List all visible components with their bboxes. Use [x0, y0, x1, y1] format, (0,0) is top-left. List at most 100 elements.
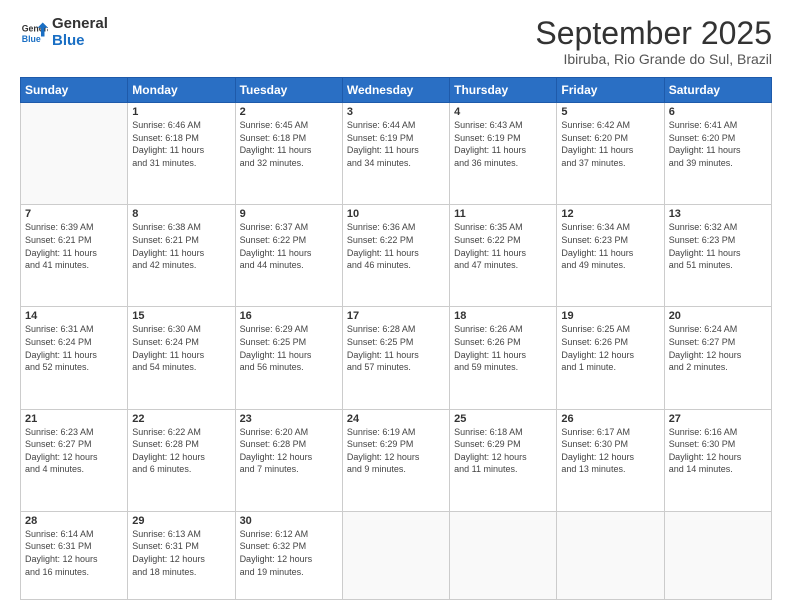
- calendar-cell: 22Sunrise: 6:22 AM Sunset: 6:28 PM Dayli…: [128, 409, 235, 511]
- calendar-cell: 12Sunrise: 6:34 AM Sunset: 6:23 PM Dayli…: [557, 205, 664, 307]
- weekday-header: Saturday: [664, 78, 771, 103]
- day-number: 21: [25, 413, 123, 425]
- title-block: September 2025 Ibiruba, Rio Grande do Su…: [535, 16, 772, 67]
- calendar-week-row: 14Sunrise: 6:31 AM Sunset: 6:24 PM Dayli…: [21, 307, 772, 409]
- day-info: Sunrise: 6:16 AM Sunset: 6:30 PM Dayligh…: [669, 426, 767, 476]
- calendar-cell: 17Sunrise: 6:28 AM Sunset: 6:25 PM Dayli…: [342, 307, 449, 409]
- calendar-table: SundayMondayTuesdayWednesdayThursdayFrid…: [20, 77, 772, 600]
- day-info: Sunrise: 6:20 AM Sunset: 6:28 PM Dayligh…: [240, 426, 338, 476]
- page: General Blue General Blue September 2025…: [0, 0, 792, 612]
- day-info: Sunrise: 6:37 AM Sunset: 6:22 PM Dayligh…: [240, 221, 338, 271]
- day-number: 20: [669, 310, 767, 322]
- logo-icon: General Blue: [20, 19, 48, 47]
- logo-text: General Blue: [52, 16, 108, 49]
- month-title: September 2025: [535, 16, 772, 51]
- day-number: 4: [454, 106, 552, 118]
- day-info: Sunrise: 6:17 AM Sunset: 6:30 PM Dayligh…: [561, 426, 659, 476]
- calendar-cell: 23Sunrise: 6:20 AM Sunset: 6:28 PM Dayli…: [235, 409, 342, 511]
- calendar-cell: 26Sunrise: 6:17 AM Sunset: 6:30 PM Dayli…: [557, 409, 664, 511]
- day-number: 10: [347, 208, 445, 220]
- day-number: 7: [25, 208, 123, 220]
- day-number: 30: [240, 515, 338, 527]
- day-number: 28: [25, 515, 123, 527]
- day-info: Sunrise: 6:25 AM Sunset: 6:26 PM Dayligh…: [561, 323, 659, 373]
- calendar-cell: 15Sunrise: 6:30 AM Sunset: 6:24 PM Dayli…: [128, 307, 235, 409]
- location: Ibiruba, Rio Grande do Sul, Brazil: [535, 51, 772, 67]
- day-info: Sunrise: 6:24 AM Sunset: 6:27 PM Dayligh…: [669, 323, 767, 373]
- day-info: Sunrise: 6:35 AM Sunset: 6:22 PM Dayligh…: [454, 221, 552, 271]
- day-info: Sunrise: 6:32 AM Sunset: 6:23 PM Dayligh…: [669, 221, 767, 271]
- logo-blue-text: Blue: [52, 33, 108, 50]
- calendar-cell: 2Sunrise: 6:45 AM Sunset: 6:18 PM Daylig…: [235, 103, 342, 205]
- day-number: 15: [132, 310, 230, 322]
- calendar-cell: 16Sunrise: 6:29 AM Sunset: 6:25 PM Dayli…: [235, 307, 342, 409]
- day-number: 5: [561, 106, 659, 118]
- calendar-week-row: 1Sunrise: 6:46 AM Sunset: 6:18 PM Daylig…: [21, 103, 772, 205]
- day-info: Sunrise: 6:38 AM Sunset: 6:21 PM Dayligh…: [132, 221, 230, 271]
- day-info: Sunrise: 6:13 AM Sunset: 6:31 PM Dayligh…: [132, 528, 230, 578]
- day-number: 9: [240, 208, 338, 220]
- calendar-cell: 25Sunrise: 6:18 AM Sunset: 6:29 PM Dayli…: [450, 409, 557, 511]
- calendar-cell: 20Sunrise: 6:24 AM Sunset: 6:27 PM Dayli…: [664, 307, 771, 409]
- day-info: Sunrise: 6:45 AM Sunset: 6:18 PM Dayligh…: [240, 119, 338, 169]
- calendar-week-row: 7Sunrise: 6:39 AM Sunset: 6:21 PM Daylig…: [21, 205, 772, 307]
- calendar-cell: 21Sunrise: 6:23 AM Sunset: 6:27 PM Dayli…: [21, 409, 128, 511]
- day-number: 13: [669, 208, 767, 220]
- day-info: Sunrise: 6:42 AM Sunset: 6:20 PM Dayligh…: [561, 119, 659, 169]
- day-info: Sunrise: 6:30 AM Sunset: 6:24 PM Dayligh…: [132, 323, 230, 373]
- calendar-cell: 28Sunrise: 6:14 AM Sunset: 6:31 PM Dayli…: [21, 511, 128, 599]
- calendar-body: 1Sunrise: 6:46 AM Sunset: 6:18 PM Daylig…: [21, 103, 772, 600]
- calendar-cell: 24Sunrise: 6:19 AM Sunset: 6:29 PM Dayli…: [342, 409, 449, 511]
- day-number: 16: [240, 310, 338, 322]
- day-number: 26: [561, 413, 659, 425]
- calendar-cell: 29Sunrise: 6:13 AM Sunset: 6:31 PM Dayli…: [128, 511, 235, 599]
- calendar-cell: 4Sunrise: 6:43 AM Sunset: 6:19 PM Daylig…: [450, 103, 557, 205]
- logo-general-text: General: [52, 16, 108, 33]
- weekday-header: Monday: [128, 78, 235, 103]
- day-number: 27: [669, 413, 767, 425]
- calendar-cell: [450, 511, 557, 599]
- calendar-cell: 19Sunrise: 6:25 AM Sunset: 6:26 PM Dayli…: [557, 307, 664, 409]
- weekday-header: Sunday: [21, 78, 128, 103]
- day-info: Sunrise: 6:29 AM Sunset: 6:25 PM Dayligh…: [240, 323, 338, 373]
- day-info: Sunrise: 6:46 AM Sunset: 6:18 PM Dayligh…: [132, 119, 230, 169]
- day-info: Sunrise: 6:36 AM Sunset: 6:22 PM Dayligh…: [347, 221, 445, 271]
- calendar-cell: 5Sunrise: 6:42 AM Sunset: 6:20 PM Daylig…: [557, 103, 664, 205]
- day-number: 14: [25, 310, 123, 322]
- calendar-cell: [21, 103, 128, 205]
- calendar-cell: [342, 511, 449, 599]
- day-info: Sunrise: 6:22 AM Sunset: 6:28 PM Dayligh…: [132, 426, 230, 476]
- logo: General Blue General Blue: [20, 16, 108, 49]
- day-number: 8: [132, 208, 230, 220]
- calendar-cell: 9Sunrise: 6:37 AM Sunset: 6:22 PM Daylig…: [235, 205, 342, 307]
- day-number: 12: [561, 208, 659, 220]
- weekday-header: Tuesday: [235, 78, 342, 103]
- day-number: 11: [454, 208, 552, 220]
- calendar-cell: [557, 511, 664, 599]
- day-number: 2: [240, 106, 338, 118]
- day-info: Sunrise: 6:26 AM Sunset: 6:26 PM Dayligh…: [454, 323, 552, 373]
- calendar-cell: [664, 511, 771, 599]
- calendar-cell: 1Sunrise: 6:46 AM Sunset: 6:18 PM Daylig…: [128, 103, 235, 205]
- day-number: 19: [561, 310, 659, 322]
- day-info: Sunrise: 6:23 AM Sunset: 6:27 PM Dayligh…: [25, 426, 123, 476]
- calendar-week-row: 21Sunrise: 6:23 AM Sunset: 6:27 PM Dayli…: [21, 409, 772, 511]
- day-number: 1: [132, 106, 230, 118]
- day-number: 24: [347, 413, 445, 425]
- header: General Blue General Blue September 2025…: [20, 16, 772, 67]
- calendar-cell: 14Sunrise: 6:31 AM Sunset: 6:24 PM Dayli…: [21, 307, 128, 409]
- day-number: 18: [454, 310, 552, 322]
- day-info: Sunrise: 6:44 AM Sunset: 6:19 PM Dayligh…: [347, 119, 445, 169]
- day-info: Sunrise: 6:31 AM Sunset: 6:24 PM Dayligh…: [25, 323, 123, 373]
- day-info: Sunrise: 6:41 AM Sunset: 6:20 PM Dayligh…: [669, 119, 767, 169]
- svg-text:Blue: Blue: [22, 33, 41, 43]
- weekday-header: Friday: [557, 78, 664, 103]
- calendar-cell: 6Sunrise: 6:41 AM Sunset: 6:20 PM Daylig…: [664, 103, 771, 205]
- day-info: Sunrise: 6:14 AM Sunset: 6:31 PM Dayligh…: [25, 528, 123, 578]
- calendar-week-row: 28Sunrise: 6:14 AM Sunset: 6:31 PM Dayli…: [21, 511, 772, 599]
- day-info: Sunrise: 6:39 AM Sunset: 6:21 PM Dayligh…: [25, 221, 123, 271]
- day-number: 29: [132, 515, 230, 527]
- day-number: 6: [669, 106, 767, 118]
- day-number: 3: [347, 106, 445, 118]
- calendar-cell: 13Sunrise: 6:32 AM Sunset: 6:23 PM Dayli…: [664, 205, 771, 307]
